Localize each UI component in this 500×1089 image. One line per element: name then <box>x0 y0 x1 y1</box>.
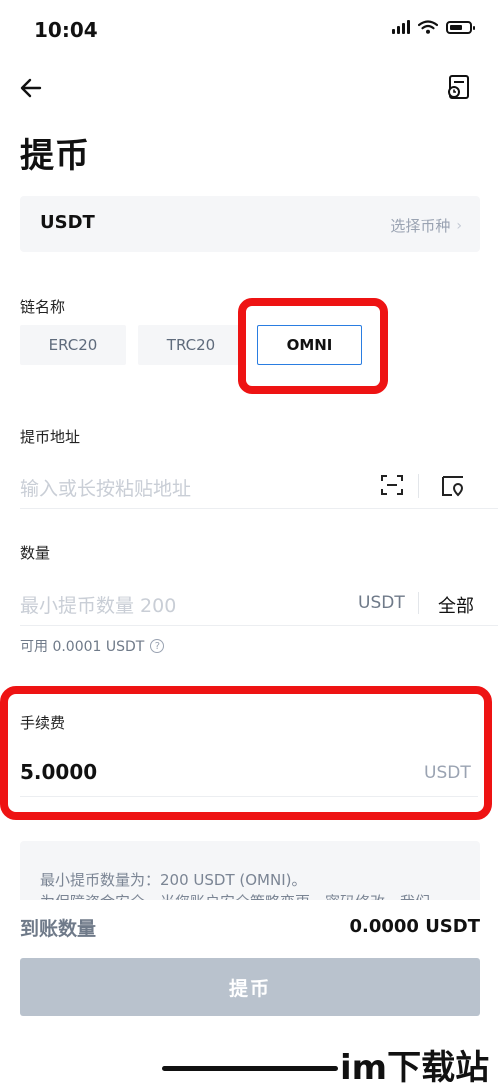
amount-label: 数量 <box>20 544 51 562</box>
battery-icon <box>446 20 475 34</box>
divider <box>418 592 419 614</box>
records-icon[interactable] <box>444 72 474 102</box>
help-icon[interactable]: ? <box>150 639 165 653</box>
amount-input[interactable]: 最小提币数量 200 <box>20 591 176 618</box>
chain-option-trc20[interactable]: TRC20 <box>138 325 244 365</box>
bottom-panel: 到账数量 0.0000 USDT 提币 im下载站 <box>0 900 500 1088</box>
page-title: 提币 <box>20 136 90 176</box>
arrive-label: 到账数量 <box>20 918 97 940</box>
highlight-box-fee <box>0 686 492 820</box>
highlight-box-chain <box>238 298 388 394</box>
address-input[interactable]: 输入或长按粘贴地址 <box>20 474 191 501</box>
available-text: 可用 0.0001 USDT <box>20 639 145 655</box>
chevron-right-icon: › <box>456 217 462 234</box>
wifi-icon <box>418 20 438 34</box>
signal-icon <box>392 20 410 34</box>
choose-coin-link[interactable]: 选择币种 › <box>390 215 462 236</box>
available-balance: 可用 0.0001 USDT ? <box>20 636 165 656</box>
address-label: 提币地址 <box>20 428 81 446</box>
chain-option-erc20[interactable]: ERC20 <box>20 325 126 365</box>
amount-unit: USDT <box>358 593 405 613</box>
scan-icon[interactable] <box>380 473 404 497</box>
notice-line: 最小提币数量为：200 USDT (OMNI)。 <box>40 871 307 889</box>
back-arrow-icon[interactable] <box>18 74 46 102</box>
chain-label: 链名称 <box>20 298 66 316</box>
divider <box>20 508 498 509</box>
coin-selector[interactable]: USDT 选择币种 › <box>20 196 480 252</box>
choose-coin-label: 选择币种 <box>390 217 451 235</box>
coin-name: USDT <box>40 212 95 233</box>
status-icons <box>392 20 475 34</box>
all-button[interactable]: 全部 <box>438 592 474 618</box>
status-time: 10:04 <box>34 18 98 42</box>
submit-button[interactable]: 提币 <box>20 958 480 1016</box>
divider <box>20 625 498 626</box>
divider <box>418 474 419 498</box>
home-indicator[interactable] <box>162 1066 338 1071</box>
arrive-value: 0.0000 USDT <box>349 916 480 937</box>
address-book-icon[interactable] <box>440 474 466 498</box>
